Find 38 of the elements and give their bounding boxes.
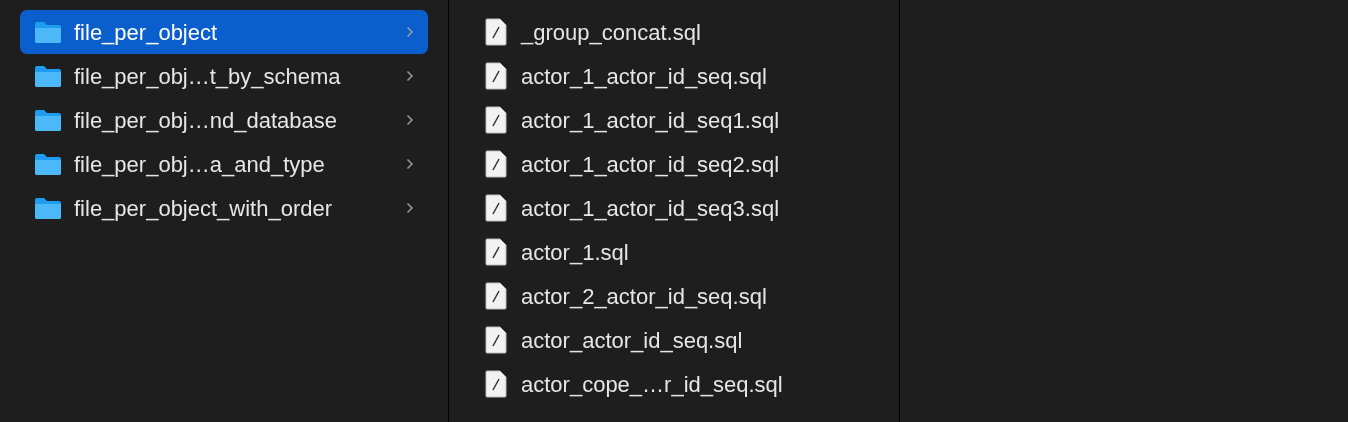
document-icon bbox=[485, 238, 507, 266]
document-icon bbox=[485, 62, 507, 90]
file-name: actor_cope_…r_id_seq.sql bbox=[521, 370, 783, 399]
folder-row[interactable]: file_per_object bbox=[20, 10, 428, 54]
chevron-icon bbox=[406, 26, 414, 38]
file-name: actor_1_actor_id_seq3.sql bbox=[521, 194, 780, 223]
folder-row[interactable]: file_per_obj…t_by_schema bbox=[20, 54, 428, 98]
folder-name: file_per_object bbox=[74, 18, 219, 47]
folder-icon bbox=[34, 64, 62, 88]
folder-icon bbox=[34, 20, 62, 44]
chevron-icon bbox=[406, 158, 414, 170]
folder-name: file_per_obj…a_and_type bbox=[74, 150, 326, 179]
folder-row[interactable]: file_per_obj…nd_database bbox=[20, 98, 428, 142]
file-name: actor_1.sql bbox=[521, 238, 629, 267]
folder-name: file_per_object_with_order bbox=[74, 194, 334, 223]
chevron-icon bbox=[406, 202, 414, 214]
document-icon bbox=[485, 18, 507, 46]
folder-name: file_per_obj…t_by_schema bbox=[74, 62, 342, 91]
document-icon bbox=[485, 326, 507, 354]
file-name: actor_1_actor_id_seq1.sql bbox=[521, 106, 780, 135]
folder-icon bbox=[34, 196, 62, 220]
file-name: actor_1_actor_id_seq2.sql bbox=[521, 150, 780, 179]
document-icon bbox=[485, 282, 507, 310]
file-name: actor_2_actor_id_seq.sql bbox=[521, 282, 767, 311]
file-name: actor_actor_id_seq.sql bbox=[521, 326, 743, 355]
folder-row[interactable]: file_per_obj…a_and_type bbox=[20, 142, 428, 186]
document-icon bbox=[485, 370, 507, 398]
document-icon bbox=[485, 194, 507, 222]
document-icon bbox=[485, 106, 507, 134]
folder-icon bbox=[34, 108, 62, 132]
file-name: _group_concat.sql bbox=[521, 18, 701, 47]
chevron-icon bbox=[406, 114, 414, 126]
folder-icon bbox=[34, 152, 62, 176]
chevron-icon bbox=[406, 70, 414, 82]
folder-row[interactable]: file_per_object_with_order bbox=[20, 186, 428, 230]
file-name: actor_1_actor_id_seq.sql bbox=[521, 62, 767, 91]
document-icon bbox=[485, 150, 507, 178]
folder-name: file_per_obj…nd_database bbox=[74, 106, 338, 135]
